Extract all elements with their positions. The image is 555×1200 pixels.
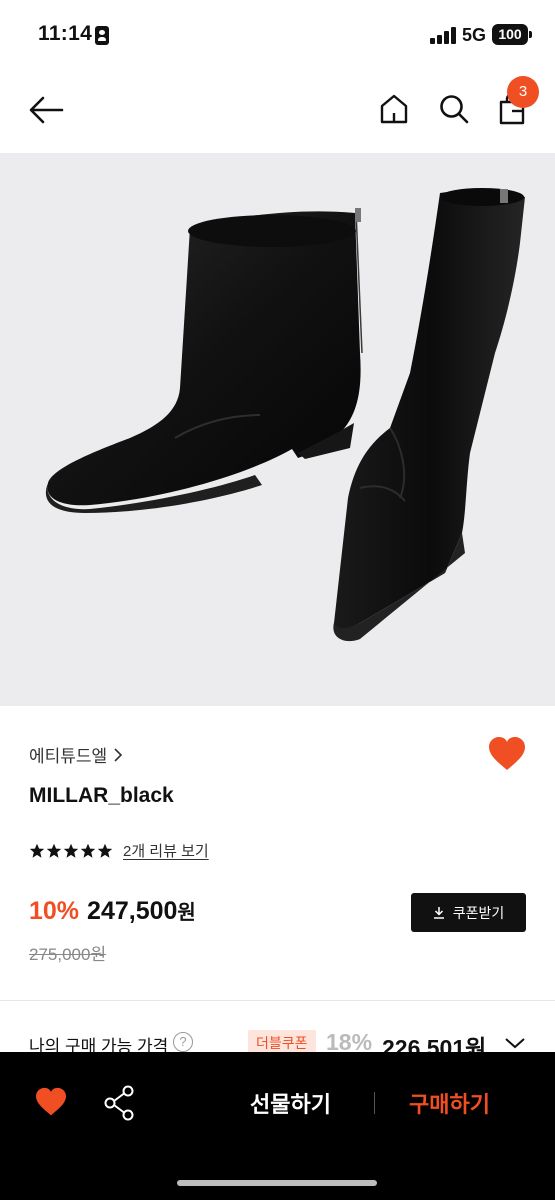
- star-icon: [97, 843, 113, 858]
- id-card-icon: [95, 26, 109, 45]
- network-type: 5G: [462, 25, 487, 45]
- back-button[interactable]: [26, 92, 66, 128]
- home-indicator: [177, 1180, 377, 1186]
- bar-separator: [374, 1092, 375, 1114]
- battery-icon: 100: [492, 24, 532, 45]
- rating-row: 2개 리뷰 보기: [29, 840, 209, 861]
- original-price: 275,000원: [29, 945, 107, 964]
- heart-icon: [36, 1087, 66, 1116]
- star-icon: [80, 843, 96, 858]
- buy-button[interactable]: 구매하기: [409, 1087, 490, 1119]
- signal-icon: [430, 27, 456, 44]
- product-image[interactable]: [0, 153, 555, 706]
- help-icon[interactable]: ?: [173, 1032, 193, 1052]
- gift-button[interactable]: 선물하기: [250, 1087, 331, 1119]
- coupon-label: 쿠폰받기: [452, 904, 505, 921]
- status-bar: 11:14 5G 100: [0, 0, 555, 70]
- search-icon: [440, 95, 469, 124]
- home-button[interactable]: [376, 90, 412, 128]
- brand-link[interactable]: 에티튜드엘: [29, 742, 123, 767]
- rating-stars: [29, 843, 113, 859]
- cart-count-badge: 3: [507, 76, 539, 108]
- star-icon: [46, 843, 62, 858]
- bottom-action-bar: 선물하기 구매하기: [0, 1052, 555, 1200]
- price-unit: 원: [177, 902, 196, 924]
- sale-price: 247,500: [87, 897, 178, 925]
- chevron-down-icon[interactable]: [503, 1033, 527, 1053]
- status-time: 11:14: [38, 22, 93, 45]
- star-icon: [29, 843, 45, 858]
- my-price-row[interactable]: 나의 구매 가능 가격 ? 더블쿠폰 18% 226,501원: [0, 1025, 555, 1061]
- divider: [0, 1000, 555, 1001]
- product-name: MILLAR_black: [29, 784, 174, 807]
- home-icon: [380, 94, 408, 124]
- brand-name: 에티튜드엘: [29, 747, 108, 766]
- price-row: 10% 247,500 원: [29, 896, 196, 926]
- share-icon: [104, 1085, 134, 1121]
- bottom-wishlist-button[interactable]: [34, 1087, 70, 1119]
- chevron-right-icon: [114, 747, 123, 762]
- download-icon: [433, 907, 444, 919]
- boots-image: [45, 188, 525, 642]
- top-nav: 3: [0, 70, 555, 152]
- share-button[interactable]: [104, 1085, 136, 1121]
- get-coupon-button[interactable]: 쿠폰받기: [411, 893, 526, 932]
- review-link[interactable]: 2개 리뷰 보기: [123, 840, 209, 861]
- back-arrow-icon: [29, 96, 64, 124]
- search-button[interactable]: [436, 90, 472, 128]
- star-icon: [63, 843, 79, 858]
- wishlist-button[interactable]: [487, 736, 527, 772]
- discount-rate: 10%: [29, 897, 80, 925]
- heart-icon: [489, 737, 525, 770]
